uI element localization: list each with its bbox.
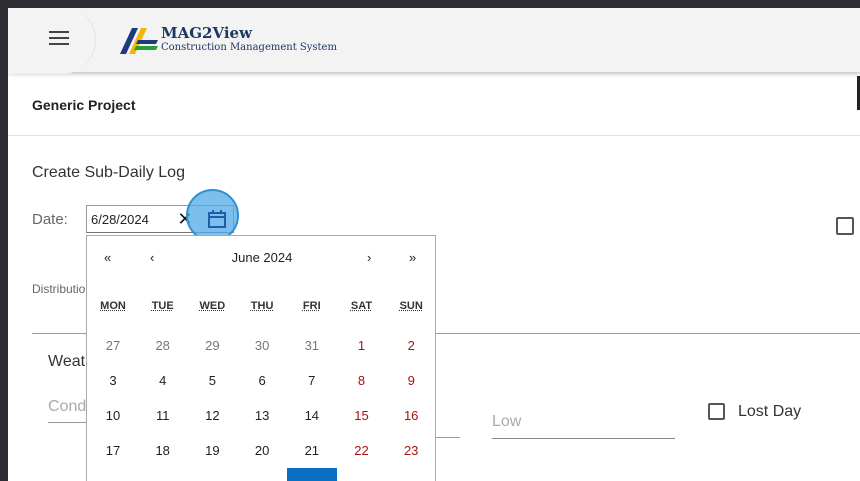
calendar-day[interactable]: 4: [138, 363, 188, 398]
weekday-header: SUN: [399, 300, 423, 312]
calendar-day[interactable]: 24: [88, 468, 138, 481]
calendar-day[interactable]: 26: [187, 468, 237, 481]
weekday-header: TUE: [151, 300, 174, 312]
calendar-day[interactable]: 22: [337, 433, 387, 468]
calendar-day[interactable]: 3: [88, 363, 138, 398]
app-header: MAG2View Construction Management System: [8, 8, 860, 74]
weekday-header: WED: [199, 300, 226, 312]
calendar-day[interactable]: 29: [337, 468, 387, 481]
calendar-day[interactable]: 29: [187, 328, 237, 363]
page-title: Create Sub-Daily Log: [32, 164, 185, 181]
calendar-day[interactable]: 15: [337, 398, 387, 433]
low-underline: [492, 438, 675, 439]
weekday-header: THU: [250, 300, 274, 312]
calendar-day[interactable]: 21: [287, 433, 337, 468]
lost-day-checkbox[interactable]: [708, 403, 725, 420]
app-logo-title: MAG2View: [161, 24, 253, 42]
weather-heading: Weat: [48, 353, 86, 370]
calendar-day[interactable]: 23: [386, 433, 436, 468]
conditions-input[interactable]: Cond: [48, 398, 86, 416]
calendar-day[interactable]: 25: [138, 468, 188, 481]
calendar-day[interactable]: 1: [337, 328, 387, 363]
date-picker-popup: « ‹ June 2024 › » MON TUE WED THU FRI SAT SUN …: [86, 235, 436, 481]
calendar-day[interactable]: 16: [386, 398, 436, 433]
calendar-day[interactable]: 27: [237, 468, 287, 481]
project-bar: Generic Project: [8, 72, 860, 136]
window-left-border: [0, 0, 8, 481]
calendar-day[interactable]: 30: [237, 328, 287, 363]
calendar-day[interactable]: 8: [337, 363, 387, 398]
menu-button[interactable]: [8, 8, 96, 74]
calendar-day[interactable]: 28: [286, 468, 337, 481]
app-logo-subtitle: Construction Management System: [161, 42, 337, 53]
hamburger-menu-icon[interactable]: [49, 31, 69, 45]
low-temperature-input[interactable]: Low: [492, 413, 521, 431]
calendar-day[interactable]: 17: [88, 433, 138, 468]
calendar-day[interactable]: 10: [88, 398, 138, 433]
weekday-header: MON: [100, 300, 126, 312]
next-month-button[interactable]: ›: [367, 250, 371, 265]
calendar-day[interactable]: 12: [187, 398, 237, 433]
mag2view-logo-icon: [120, 28, 158, 54]
app-window: MAG2View Construction Management System …: [8, 8, 860, 481]
project-title: Generic Project: [32, 97, 136, 113]
weekday-header: FRI: [302, 300, 321, 312]
calendar-day[interactable]: 7: [287, 363, 337, 398]
calendar-day[interactable]: 6: [237, 363, 287, 398]
calendar-day[interactable]: 31: [287, 328, 337, 363]
calendar-day[interactable]: 28: [138, 328, 188, 363]
checkbox[interactable]: [836, 217, 854, 235]
calendar-day[interactable]: 13: [237, 398, 287, 433]
calendar-day[interactable]: 27: [88, 328, 138, 363]
window-top-border: [0, 0, 860, 8]
lost-day-label: Lost Day: [738, 403, 802, 420]
calendar-day[interactable]: 5: [187, 363, 237, 398]
next-year-button[interactable]: »: [409, 250, 416, 265]
calendar-day[interactable]: 18: [138, 433, 188, 468]
date-label: Date:: [32, 211, 68, 228]
calendar-day[interactable]: 11: [138, 398, 188, 433]
calendar-day[interactable]: 2: [386, 328, 436, 363]
calendar-day[interactable]: 20: [237, 433, 287, 468]
calendar-day[interactable]: 19: [187, 433, 237, 468]
weekday-header: SAT: [350, 300, 373, 312]
distribution-label: Distributio: [32, 282, 86, 296]
calendar-month-label[interactable]: June 2024: [87, 250, 437, 265]
calendar-day[interactable]: 9: [386, 363, 436, 398]
calendar-day[interactable]: 30: [386, 468, 436, 481]
calendar-icon[interactable]: [207, 209, 227, 229]
date-value: 6/28/2024: [91, 212, 149, 227]
calendar-day[interactable]: 14: [287, 398, 337, 433]
